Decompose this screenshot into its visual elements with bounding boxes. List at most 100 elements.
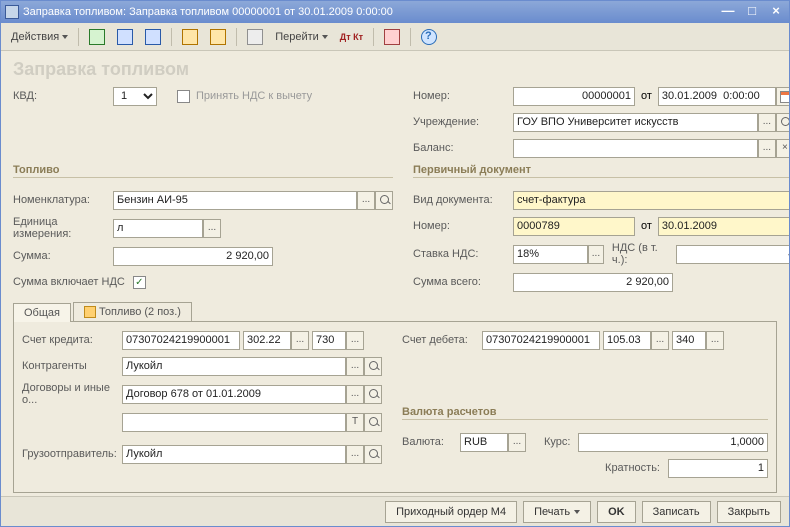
kvd-label: КВД: — [13, 90, 113, 102]
save-button[interactable]: Записать — [642, 501, 711, 523]
total-input[interactable] — [513, 273, 673, 292]
actions-menu[interactable]: Действия — [7, 27, 72, 47]
nomen-label: Номенклатура: — [13, 194, 113, 206]
credit-code-input[interactable] — [312, 331, 346, 350]
tab-general[interactable]: Общая — [13, 303, 71, 322]
tb-refresh[interactable] — [141, 27, 165, 47]
footer: Приходный ордер М4 Печать OK Записать За… — [1, 496, 789, 526]
balance-label: Баланс: — [413, 142, 513, 154]
nds-deduct-checkbox[interactable] — [177, 90, 190, 103]
contr-label: Контрагенты — [22, 360, 122, 372]
unit-label: Единица измерения: — [13, 216, 113, 240]
date-input[interactable] — [658, 87, 776, 106]
docnum-input[interactable] — [513, 217, 635, 236]
currency-label: Валюта: — [402, 436, 460, 448]
close-footer-button[interactable]: Закрыть — [717, 501, 781, 523]
balance-select-button[interactable]: ... — [758, 139, 776, 158]
currency-select-button[interactable]: ... — [508, 433, 526, 452]
unit-select-button[interactable]: ... — [203, 219, 221, 238]
tb-settings[interactable] — [380, 27, 404, 47]
nomen-input[interactable] — [113, 191, 357, 210]
credit-code-select[interactable]: ... — [346, 331, 364, 350]
vat-amount-input[interactable] — [676, 245, 789, 264]
dog-open-icon[interactable] — [364, 385, 382, 404]
print-button[interactable]: Печать — [523, 501, 591, 523]
org-input[interactable] — [513, 113, 758, 132]
toolbar: Действия Перейти Дт Кт — [1, 23, 789, 51]
currency-input[interactable] — [460, 433, 508, 452]
org-open-icon[interactable] — [776, 113, 789, 132]
ot-label-2: от — [641, 220, 652, 232]
kvd-select[interactable]: 1 — [113, 87, 157, 106]
ship-select-button[interactable]: ... — [346, 445, 364, 464]
debit-code-select[interactable]: ... — [706, 331, 724, 350]
rate-label: Курс: — [544, 436, 570, 448]
credit-acct-input[interactable] — [122, 331, 240, 350]
tb-dtkt[interactable]: Дт Кт — [336, 27, 367, 47]
debit-code-input[interactable] — [672, 331, 706, 350]
number-input[interactable] — [513, 87, 635, 106]
debit-acct-input[interactable] — [482, 331, 600, 350]
nomen-open-icon[interactable] — [375, 191, 393, 210]
goto-menu[interactable]: Перейти — [271, 27, 332, 47]
debit-sub-input[interactable] — [603, 331, 651, 350]
dog-input[interactable] — [122, 385, 346, 404]
tab-fuel[interactable]: Топливо (2 поз.) — [73, 302, 192, 321]
debit-label: Счет дебета: — [402, 334, 482, 346]
m4-button[interactable]: Приходный ордер М4 — [385, 501, 517, 523]
contr-select-button[interactable]: ... — [346, 357, 364, 376]
mult-input[interactable] — [668, 459, 768, 478]
tb-nav-left[interactable] — [85, 27, 109, 47]
doctype-input[interactable] — [513, 191, 789, 210]
tb-nav-right[interactable] — [113, 27, 137, 47]
vat-select-button[interactable]: ... — [588, 245, 604, 264]
sum-incl-label: Сумма включает НДС — [13, 276, 125, 288]
rate-input[interactable] — [578, 433, 768, 452]
credit-sub-input[interactable] — [243, 331, 291, 350]
credit-label: Счет кредита: — [22, 334, 122, 346]
org-label: Учреждение: — [413, 116, 513, 128]
dog-select-button[interactable]: ... — [346, 385, 364, 404]
ship-label: Грузоотправитель: — [22, 448, 122, 460]
extra-input[interactable] — [122, 413, 346, 432]
ship-input[interactable] — [122, 445, 346, 464]
tb-copy[interactable] — [243, 27, 267, 47]
tab-panel: Счет кредита: ... ... Контрагенты ... — [13, 321, 777, 493]
balance-input[interactable] — [513, 139, 758, 158]
contr-open-icon[interactable] — [364, 357, 382, 376]
total-label: Сумма всего: — [413, 276, 513, 288]
maximize-button[interactable]: □ — [743, 5, 761, 19]
debit-sub-select[interactable]: ... — [651, 331, 669, 350]
sum-incl-checkbox[interactable]: ✓ — [133, 276, 146, 289]
sum-input[interactable] — [113, 247, 273, 266]
tb-movement[interactable] — [206, 27, 230, 47]
ot-label-1: от — [641, 90, 652, 102]
nomen-select-button[interactable]: ... — [357, 191, 375, 210]
unit-input[interactable] — [113, 219, 203, 238]
close-button[interactable]: × — [767, 5, 785, 19]
fuel-section: Топливо — [13, 164, 393, 178]
minimize-button[interactable]: — — [719, 5, 737, 19]
fuel-tab-icon — [84, 306, 96, 318]
org-select-button[interactable]: ... — [758, 113, 776, 132]
ok-button[interactable]: OK — [597, 501, 636, 523]
extra-open-icon[interactable] — [364, 413, 382, 432]
doctype-label: Вид документа: — [413, 194, 513, 206]
docdate-input[interactable] — [658, 217, 789, 236]
balance-clear-button[interactable]: × — [776, 139, 789, 158]
tb-help[interactable] — [417, 27, 441, 47]
tb-structure[interactable] — [178, 27, 202, 47]
number-label: Номер: — [413, 90, 513, 102]
date-calendar-icon[interactable] — [776, 87, 789, 106]
dog-label: Договоры и иные о... — [22, 382, 122, 406]
ship-open-icon[interactable] — [364, 445, 382, 464]
contr-input[interactable] — [122, 357, 346, 376]
vat-incl-label: НДС (в т. ч.): — [612, 242, 668, 266]
content-area: Заправка топливом КВД: 1 Принять НДС к в… — [1, 51, 789, 496]
extra-t-button[interactable]: T — [346, 413, 364, 432]
nds-deduct-label: Принять НДС к вычету — [196, 90, 312, 102]
vat-input[interactable] — [513, 245, 588, 264]
app-icon — [5, 5, 19, 19]
credit-sub-select[interactable]: ... — [291, 331, 309, 350]
titlebar: Заправка топливом: Заправка топливом 000… — [1, 1, 789, 23]
